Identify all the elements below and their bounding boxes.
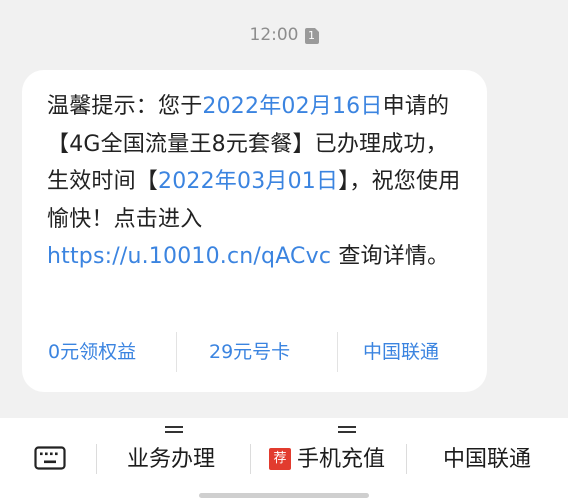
- service-menu-bar: 业务办理 荐 手机充值 中国联通: [0, 418, 568, 500]
- message-timestamp: 12:00 1: [0, 24, 568, 46]
- message-bubble: 温馨提示：您于2022年02月16日申请的【4G全国流量王8元套餐】已办理成功，…: [22, 70, 487, 392]
- message-text-segment: 查询详情。: [331, 244, 450, 269]
- menu-expand-icon: [338, 426, 356, 433]
- date-link[interactable]: 2022年03月01日: [158, 169, 338, 194]
- menu-label: 手机充值: [297, 447, 386, 472]
- menu-expand-icon: [165, 426, 183, 433]
- sim-card-icon: 1: [304, 28, 319, 44]
- recommend-badge: 荐: [269, 448, 291, 470]
- sms-conversation-screen: 12:00 1 温馨提示：您于2022年02月16日申请的【4G全国流量王8元套餐…: [0, 0, 568, 500]
- menu-recharge[interactable]: 荐 手机充值: [251, 418, 406, 500]
- timestamp-text: 12:00: [249, 25, 299, 45]
- keyboard-icon[interactable]: [34, 446, 66, 470]
- menu-business[interactable]: 业务办理: [97, 418, 250, 500]
- menu-china-unicom[interactable]: 中国联通: [407, 418, 568, 500]
- quick-reply-china-unicom[interactable]: 中国联通: [338, 328, 487, 376]
- menu-label: 业务办理: [127, 447, 216, 472]
- message-text-segment: 温馨提示：您于: [47, 94, 203, 119]
- message-body: 温馨提示：您于2022年02月16日申请的【4G全国流量王8元套餐】已办理成功，…: [47, 88, 467, 276]
- url-link[interactable]: https://u.10010.cn/qACvc: [47, 244, 331, 269]
- quick-reply-sim-card[interactable]: 29元号卡: [177, 328, 337, 376]
- quick-reply-free-benefits[interactable]: 0元领权益: [22, 328, 176, 376]
- quick-reply-bar: 0元领权益 29元号卡 中国联通: [22, 328, 487, 376]
- home-indicator[interactable]: [199, 493, 369, 498]
- date-link[interactable]: 2022年02月16日: [202, 94, 382, 119]
- menu-label: 中国联通: [443, 447, 532, 472]
